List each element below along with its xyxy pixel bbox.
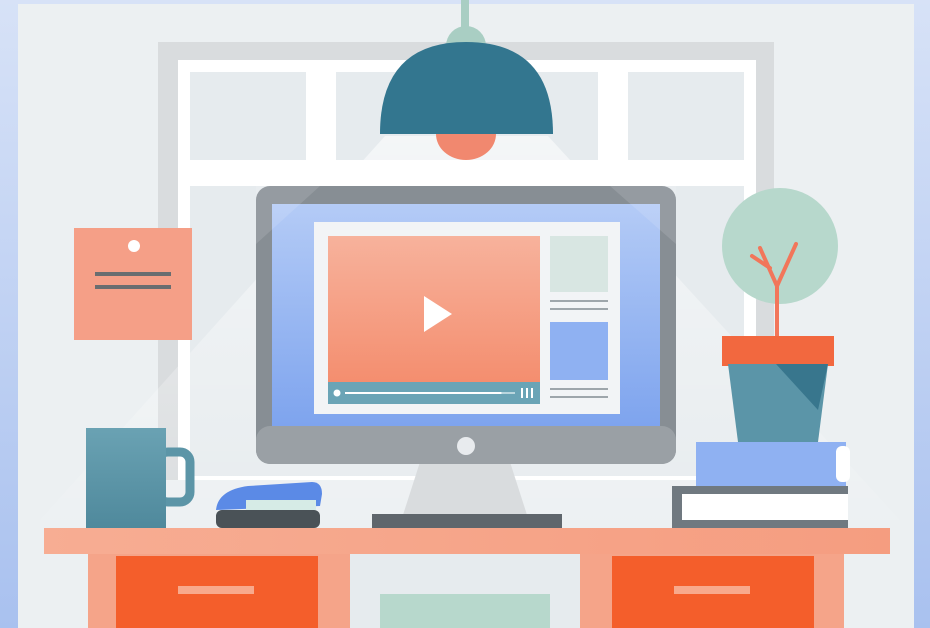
book-stack	[672, 442, 850, 528]
stapler-plate	[246, 500, 316, 510]
window-pane	[628, 72, 744, 160]
book-blue	[696, 442, 846, 486]
volume-bars-icon[interactable]	[526, 388, 528, 398]
pin-icon	[128, 240, 140, 252]
desk-center-slot	[380, 594, 550, 628]
volume-bars-icon[interactable]	[531, 388, 533, 398]
sidebar-text-line	[550, 388, 608, 390]
sidebar-text-line	[550, 300, 608, 302]
pot-rim	[722, 336, 834, 366]
monitor-stand-neck	[402, 462, 528, 518]
drawer-left-handle[interactable]	[178, 586, 254, 594]
desk	[44, 528, 890, 628]
volume-bars-icon[interactable]	[521, 388, 523, 398]
sidebar-thumbnail[interactable]	[550, 322, 608, 380]
desk-scene	[0, 0, 930, 628]
plant-foliage	[722, 188, 838, 304]
desk-top	[44, 528, 890, 554]
lamp-cord	[461, 0, 469, 30]
note-line	[95, 272, 171, 276]
sticky-note	[74, 228, 192, 340]
note-line	[95, 285, 171, 289]
window-pane	[190, 72, 306, 160]
drawer-right-handle[interactable]	[674, 586, 750, 594]
sidebar-text-line	[550, 396, 608, 398]
stapler-base	[216, 510, 320, 528]
power-button-icon	[457, 437, 475, 455]
book-blue-pages	[836, 446, 850, 482]
monitor-stand-base	[372, 514, 562, 528]
book-gray-pages	[682, 494, 848, 520]
sidebar-thumbnail[interactable]	[550, 236, 608, 292]
mug-body	[86, 428, 166, 528]
playhead-icon[interactable]	[333, 389, 341, 397]
sidebar-text-line	[550, 308, 608, 310]
video-progress-fill[interactable]	[345, 392, 502, 394]
